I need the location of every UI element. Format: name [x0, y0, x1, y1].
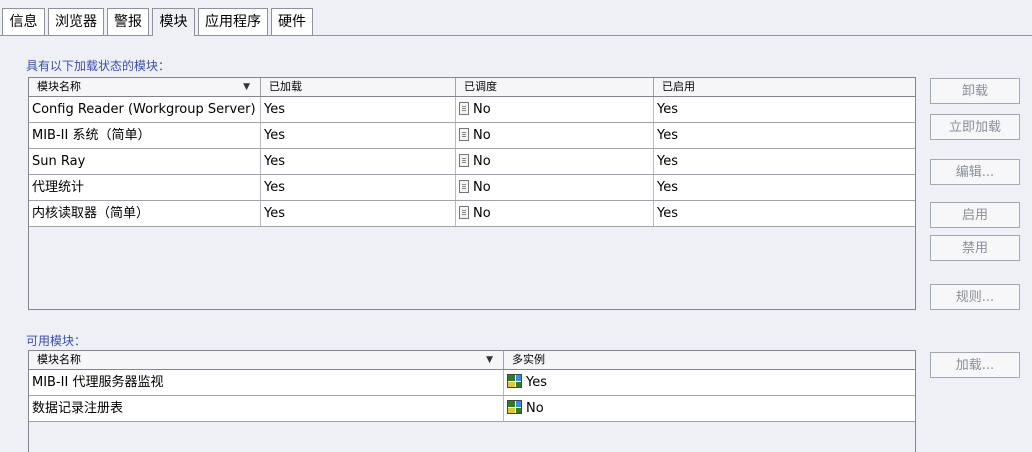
tab-hardware[interactable]: 硬件 — [271, 8, 313, 35]
document-icon — [459, 128, 469, 141]
column-header-module-name[interactable]: 模块名称 ▼ — [29, 351, 504, 369]
column-header-multi-instance[interactable]: 多实例 — [504, 351, 915, 369]
disable-button[interactable]: 禁用 — [930, 235, 1020, 261]
load-button[interactable]: 加载... — [930, 352, 1020, 378]
document-icon — [459, 206, 469, 219]
table-row[interactable]: MIB-II 系统（简单） Yes No Yes — [29, 123, 915, 149]
table-row[interactable]: 内核读取器（简单） Yes No Yes — [29, 201, 915, 227]
column-header-loaded[interactable]: 已加载 — [261, 78, 456, 96]
available-modules-table: 模块名称 ▼ 多实例 MIB-II 代理服务器监视 Yes 数据记录注册表 No — [28, 350, 916, 452]
enabled-cell: Yes — [657, 128, 678, 143]
loaded-cell: Yes — [261, 149, 456, 174]
enabled-cell: Yes — [657, 154, 678, 169]
enable-button[interactable]: 启用 — [930, 202, 1020, 228]
multi-instance-icon — [507, 374, 522, 388]
single-instance-icon — [507, 400, 522, 414]
unload-button[interactable]: 卸载 — [930, 78, 1020, 104]
scheduled-cell: No — [456, 175, 654, 200]
tab-browser[interactable]: 浏览器 — [48, 8, 104, 35]
scheduled-cell: No — [456, 97, 654, 122]
module-name-cell: MIB-II 代理服务器监视 — [29, 370, 504, 395]
table-row[interactable]: Sun Ray Yes No Yes — [29, 149, 915, 175]
multi-instance-cell: No — [504, 396, 915, 421]
module-name-cell: 代理统计 — [29, 175, 261, 200]
document-icon — [459, 180, 469, 193]
loaded-modules-table: 模块名称 ▼ 已加载 已调度 已启用 Config Reader (Workgr… — [28, 77, 916, 310]
tab-alarms[interactable]: 警报 — [107, 8, 149, 35]
table-header: 模块名称 ▼ 多实例 — [29, 351, 915, 370]
module-name-cell: 内核读取器（简单） — [29, 201, 261, 226]
multi-instance-cell: Yes — [504, 370, 915, 395]
loaded-cell: Yes — [261, 175, 456, 200]
edit-button[interactable]: 编辑... — [930, 159, 1020, 185]
tab-info[interactable]: 信息 — [2, 8, 45, 35]
module-name-cell: Sun Ray — [29, 149, 261, 174]
rules-button[interactable]: 规则... — [930, 284, 1020, 310]
module-name-cell: Config Reader (Workgroup Server) — [29, 97, 261, 122]
available-modules-label: 可用模块： — [26, 334, 87, 348]
loaded-cell: Yes — [261, 201, 456, 226]
column-header-enabled[interactable]: 已启用 — [654, 78, 915, 96]
enabled-cell: Yes — [657, 180, 678, 195]
enabled-cell: Yes — [657, 206, 678, 221]
scheduled-cell: No — [456, 123, 654, 148]
tab-modules[interactable]: 模块 — [152, 8, 195, 36]
tab-applications[interactable]: 应用程序 — [198, 8, 268, 35]
loaded-modules-label: 具有以下加载状态的模块： — [26, 59, 171, 73]
enabled-cell: Yes — [657, 102, 678, 117]
table-header: 模块名称 ▼ 已加载 已调度 已启用 — [29, 78, 915, 97]
document-icon — [459, 154, 469, 167]
scheduled-cell: No — [456, 201, 654, 226]
module-name-cell: MIB-II 系统（简单） — [29, 123, 261, 148]
table-row[interactable]: 代理统计 Yes No Yes — [29, 175, 915, 201]
document-icon — [459, 102, 469, 115]
table-row[interactable]: MIB-II 代理服务器监视 Yes — [29, 370, 915, 396]
tab-bar: 信息 浏览器 警报 模块 应用程序 硬件 — [0, 8, 1032, 36]
table-row[interactable]: Config Reader (Workgroup Server) Yes No … — [29, 97, 915, 123]
sort-desc-icon: ▼ — [486, 355, 493, 365]
column-header-scheduled[interactable]: 已调度 — [456, 78, 654, 96]
loaded-cell: Yes — [261, 123, 456, 148]
load-now-button[interactable]: 立即加载 — [930, 114, 1020, 140]
loaded-cell: Yes — [261, 97, 456, 122]
column-header-module-name[interactable]: 模块名称 ▼ — [29, 78, 261, 96]
scheduled-cell: No — [456, 149, 654, 174]
module-name-cell: 数据记录注册表 — [29, 396, 504, 421]
sort-desc-icon: ▼ — [243, 82, 250, 92]
table-row[interactable]: 数据记录注册表 No — [29, 396, 915, 422]
